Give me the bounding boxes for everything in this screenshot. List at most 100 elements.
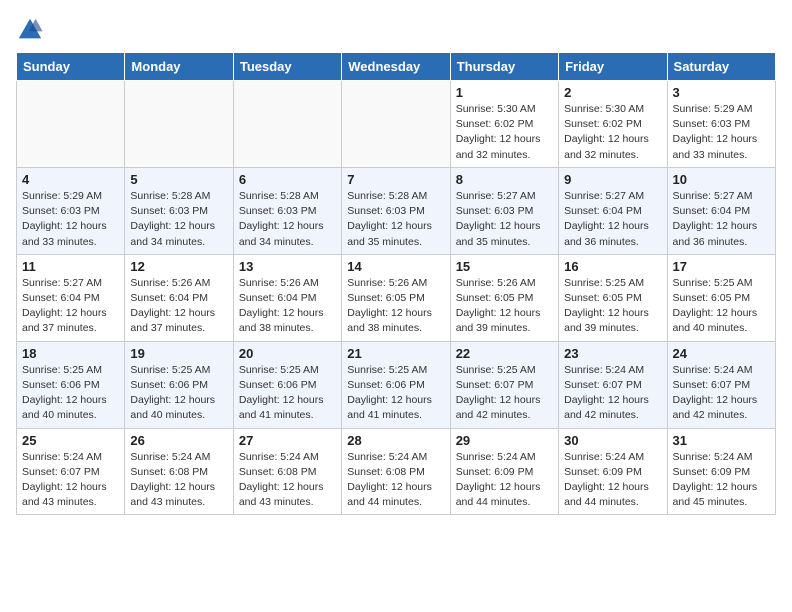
calendar-cell: 27 Sunrise: 5:24 AMSunset: 6:08 PMDayligh…: [233, 428, 341, 515]
day-number: 21: [347, 346, 444, 361]
calendar-cell: 7 Sunrise: 5:28 AMSunset: 6:03 PMDaylight…: [342, 167, 450, 254]
calendar-cell: [125, 81, 233, 168]
day-info: Sunrise: 5:29 AMSunset: 6:03 PMDaylight:…: [673, 102, 770, 163]
day-info: Sunrise: 5:30 AMSunset: 6:02 PMDaylight:…: [564, 102, 661, 163]
day-info: Sunrise: 5:25 AMSunset: 6:05 PMDaylight:…: [673, 276, 770, 337]
day-number: 3: [673, 85, 770, 100]
day-number: 10: [673, 172, 770, 187]
day-info: Sunrise: 5:26 AMSunset: 6:04 PMDaylight:…: [130, 276, 227, 337]
day-info: Sunrise: 5:24 AMSunset: 6:08 PMDaylight:…: [130, 450, 227, 511]
calendar-cell: 21 Sunrise: 5:25 AMSunset: 6:06 PMDayligh…: [342, 341, 450, 428]
weekday-header-thursday: Thursday: [450, 53, 558, 81]
calendar-cell: 1 Sunrise: 5:30 AMSunset: 6:02 PMDaylight…: [450, 81, 558, 168]
calendar-cell: 31 Sunrise: 5:24 AMSunset: 6:09 PMDayligh…: [667, 428, 775, 515]
calendar-cell: 25 Sunrise: 5:24 AMSunset: 6:07 PMDayligh…: [17, 428, 125, 515]
weekday-header-friday: Friday: [559, 53, 667, 81]
day-number: 31: [673, 433, 770, 448]
day-info: Sunrise: 5:26 AMSunset: 6:04 PMDaylight:…: [239, 276, 336, 337]
day-info: Sunrise: 5:27 AMSunset: 6:04 PMDaylight:…: [22, 276, 119, 337]
day-number: 7: [347, 172, 444, 187]
calendar-week-row: 4 Sunrise: 5:29 AMSunset: 6:03 PMDaylight…: [17, 167, 776, 254]
calendar-cell: [233, 81, 341, 168]
logo: [16, 16, 48, 44]
day-number: 24: [673, 346, 770, 361]
day-info: Sunrise: 5:25 AMSunset: 6:06 PMDaylight:…: [22, 363, 119, 424]
calendar-cell: 13 Sunrise: 5:26 AMSunset: 6:04 PMDayligh…: [233, 254, 341, 341]
day-number: 23: [564, 346, 661, 361]
day-number: 16: [564, 259, 661, 274]
day-info: Sunrise: 5:30 AMSunset: 6:02 PMDaylight:…: [456, 102, 553, 163]
calendar-cell: 9Sunrise: 5:27 AMSunset: 6:04 PMDaylight…: [559, 167, 667, 254]
day-info: Sunrise: 5:24 AMSunset: 6:07 PMDaylight:…: [22, 450, 119, 511]
calendar-body: 1 Sunrise: 5:30 AMSunset: 6:02 PMDaylight…: [17, 81, 776, 515]
day-number: 11: [22, 259, 119, 274]
day-number: 12: [130, 259, 227, 274]
day-info: Sunrise: 5:28 AMSunset: 6:03 PMDaylight:…: [347, 189, 444, 250]
calendar-week-row: 11 Sunrise: 5:27 AMSunset: 6:04 PMDayligh…: [17, 254, 776, 341]
day-info: Sunrise: 5:25 AMSunset: 6:06 PMDaylight:…: [347, 363, 444, 424]
day-info: Sunrise: 5:27 AMSunset: 6:04 PMDaylight:…: [564, 189, 661, 250]
day-info: Sunrise: 5:24 AMSunset: 6:08 PMDaylight:…: [239, 450, 336, 511]
calendar-cell: 19Sunrise: 5:25 AMSunset: 6:06 PMDayligh…: [125, 341, 233, 428]
day-info: Sunrise: 5:25 AMSunset: 6:06 PMDaylight:…: [239, 363, 336, 424]
day-number: 28: [347, 433, 444, 448]
weekday-header-sunday: Sunday: [17, 53, 125, 81]
weekday-header-monday: Monday: [125, 53, 233, 81]
calendar-cell: [17, 81, 125, 168]
day-number: 2: [564, 85, 661, 100]
calendar-cell: 29 Sunrise: 5:24 AMSunset: 6:09 PMDayligh…: [450, 428, 558, 515]
day-number: 13: [239, 259, 336, 274]
calendar-cell: 26 Sunrise: 5:24 AMSunset: 6:08 PMDayligh…: [125, 428, 233, 515]
calendar-cell: 24 Sunrise: 5:24 AMSunset: 6:07 PMDayligh…: [667, 341, 775, 428]
day-number: 5: [130, 172, 227, 187]
weekday-header-row: SundayMondayTuesdayWednesdayThursdayFrid…: [17, 53, 776, 81]
calendar-cell: 10 Sunrise: 5:27 AMSunset: 6:04 PMDayligh…: [667, 167, 775, 254]
calendar-cell: 8Sunrise: 5:27 AMSunset: 6:03 PMDaylight…: [450, 167, 558, 254]
day-info: Sunrise: 5:27 AMSunset: 6:03 PMDaylight:…: [456, 189, 553, 250]
day-number: 25: [22, 433, 119, 448]
day-info: Sunrise: 5:24 AMSunset: 6:09 PMDaylight:…: [564, 450, 661, 511]
calendar-cell: 20 Sunrise: 5:25 AMSunset: 6:06 PMDayligh…: [233, 341, 341, 428]
day-number: 27: [239, 433, 336, 448]
calendar-cell: 17 Sunrise: 5:25 AMSunset: 6:05 PMDayligh…: [667, 254, 775, 341]
calendar-cell: 23 Sunrise: 5:24 AMSunset: 6:07 PMDayligh…: [559, 341, 667, 428]
day-number: 15: [456, 259, 553, 274]
day-number: 20: [239, 346, 336, 361]
calendar-cell: 22 Sunrise: 5:25 AMSunset: 6:07 PMDayligh…: [450, 341, 558, 428]
calendar-cell: 11 Sunrise: 5:27 AMSunset: 6:04 PMDayligh…: [17, 254, 125, 341]
day-number: 30: [564, 433, 661, 448]
weekday-header-wednesday: Wednesday: [342, 53, 450, 81]
calendar-cell: 15 Sunrise: 5:26 AMSunset: 6:05 PMDayligh…: [450, 254, 558, 341]
day-info: Sunrise: 5:28 AMSunset: 6:03 PMDaylight:…: [130, 189, 227, 250]
calendar-cell: 14Sunrise: 5:26 AMSunset: 6:05 PMDayligh…: [342, 254, 450, 341]
day-info: Sunrise: 5:27 AMSunset: 6:04 PMDaylight:…: [673, 189, 770, 250]
day-number: 6: [239, 172, 336, 187]
day-number: 26: [130, 433, 227, 448]
day-info: Sunrise: 5:24 AMSunset: 6:07 PMDaylight:…: [673, 363, 770, 424]
calendar-cell: 2 Sunrise: 5:30 AMSunset: 6:02 PMDaylight…: [559, 81, 667, 168]
calendar-cell: 28Sunrise: 5:24 AMSunset: 6:08 PMDayligh…: [342, 428, 450, 515]
day-number: 22: [456, 346, 553, 361]
calendar-cell: 12 Sunrise: 5:26 AMSunset: 6:04 PMDayligh…: [125, 254, 233, 341]
day-info: Sunrise: 5:24 AMSunset: 6:07 PMDaylight:…: [564, 363, 661, 424]
calendar-cell: 30 Sunrise: 5:24 AMSunset: 6:09 PMDayligh…: [559, 428, 667, 515]
calendar-cell: 16Sunrise: 5:25 AMSunset: 6:05 PMDayligh…: [559, 254, 667, 341]
day-info: Sunrise: 5:24 AMSunset: 6:09 PMDaylight:…: [456, 450, 553, 511]
calendar-cell: 6 Sunrise: 5:28 AMSunset: 6:03 PMDaylight…: [233, 167, 341, 254]
calendar-cell: 18Sunrise: 5:25 AMSunset: 6:06 PMDayligh…: [17, 341, 125, 428]
day-info: Sunrise: 5:26 AMSunset: 6:05 PMDaylight:…: [347, 276, 444, 337]
calendar-week-row: 1 Sunrise: 5:30 AMSunset: 6:02 PMDaylight…: [17, 81, 776, 168]
calendar-header: SundayMondayTuesdayWednesdayThursdayFrid…: [17, 53, 776, 81]
calendar-week-row: 25 Sunrise: 5:24 AMSunset: 6:07 PMDayligh…: [17, 428, 776, 515]
day-info: Sunrise: 5:26 AMSunset: 6:05 PMDaylight:…: [456, 276, 553, 337]
day-info: Sunrise: 5:29 AMSunset: 6:03 PMDaylight:…: [22, 189, 119, 250]
day-number: 1: [456, 85, 553, 100]
day-number: 4: [22, 172, 119, 187]
day-number: 17: [673, 259, 770, 274]
day-number: 29: [456, 433, 553, 448]
calendar-cell: [342, 81, 450, 168]
day-info: Sunrise: 5:24 AMSunset: 6:09 PMDaylight:…: [673, 450, 770, 511]
day-info: Sunrise: 5:25 AMSunset: 6:07 PMDaylight:…: [456, 363, 553, 424]
day-info: Sunrise: 5:28 AMSunset: 6:03 PMDaylight:…: [239, 189, 336, 250]
weekday-header-tuesday: Tuesday: [233, 53, 341, 81]
